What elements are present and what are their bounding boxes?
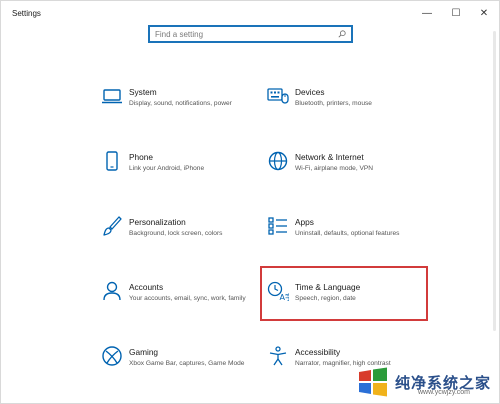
keyboard-icon — [267, 85, 289, 107]
tile-gaming[interactable]: Gaming Xbox Game Bar, captures, Game Mod… — [101, 345, 261, 395]
maximize-button[interactable]: ☐ — [442, 4, 470, 22]
tile-description: Link your Android, iPhone — [129, 165, 205, 172]
tile-description: Wi-Fi, airplane mode, VPN — [295, 165, 374, 172]
tile-title: Phone — [129, 152, 153, 162]
tile-description: Background, lock screen, colors — [129, 230, 223, 237]
phone-icon — [101, 150, 123, 172]
title-bar: Settings — ☐ ✕ — [1, 1, 499, 25]
tile-personalization[interactable]: Personalization Background, lock screen,… — [101, 215, 261, 265]
tile-title: Apps — [295, 217, 314, 227]
search-box[interactable] — [148, 25, 353, 43]
watermark: 纯净系统之家 — [355, 360, 500, 404]
accessibility-icon — [267, 345, 289, 367]
tile-title: Accounts — [129, 282, 164, 292]
watermark-url: www.ycwjzy.com — [418, 389, 470, 396]
tile-description: Your accounts, email, sync, work, family — [129, 295, 246, 302]
person-icon — [101, 280, 123, 302]
tile-devices[interactable]: Devices Bluetooth, printers, mouse — [267, 85, 427, 135]
tile-accounts[interactable]: Accounts Your accounts, email, sync, wor… — [101, 280, 261, 330]
brush-icon — [101, 215, 123, 237]
search-icon — [338, 30, 346, 38]
tile-description: Display, sound, notifications, power — [129, 100, 232, 107]
tile-title: Devices — [295, 87, 325, 97]
xbox-icon — [101, 345, 123, 367]
tile-description: Uninstall, defaults, optional features — [295, 230, 400, 237]
tile-title: System — [129, 87, 157, 97]
tile-description: Xbox Game Bar, captures, Game Mode — [129, 360, 245, 367]
tile-title: Accessibility — [295, 347, 341, 357]
tile-apps[interactable]: Apps Uninstall, defaults, optional featu… — [267, 215, 427, 265]
tile-system[interactable]: System Display, sound, notifications, po… — [101, 85, 261, 135]
close-button[interactable]: ✕ — [470, 4, 498, 22]
tile-title: Network & Internet — [295, 152, 364, 162]
tile-phone[interactable]: Phone Link your Android, iPhone — [101, 150, 261, 200]
scrollbar[interactable] — [493, 31, 496, 331]
settings-window: Settings — ☐ ✕ System Display, sound, no… — [0, 0, 500, 404]
tile-title: Personalization — [129, 217, 186, 227]
tile-description: Bluetooth, printers, mouse — [295, 100, 372, 107]
tile-title: Gaming — [129, 347, 159, 357]
minimize-button[interactable]: — — [413, 4, 441, 22]
tile-network[interactable]: Network & Internet Wi-Fi, airplane mode,… — [267, 150, 427, 200]
search-input[interactable] — [150, 27, 335, 41]
window-title: Settings — [12, 9, 41, 18]
highlight-box — [260, 266, 428, 321]
apps-list-icon — [267, 215, 289, 237]
laptop-icon — [101, 85, 123, 107]
windows-logo-icon — [359, 367, 387, 397]
globe-icon — [267, 150, 289, 172]
